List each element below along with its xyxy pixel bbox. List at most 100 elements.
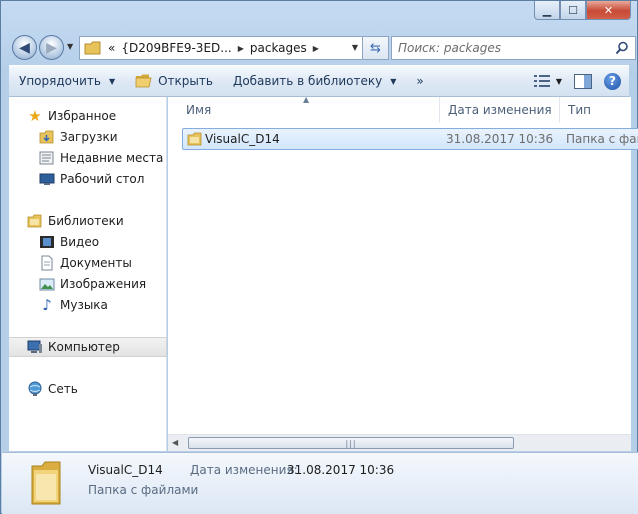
more-label: » — [416, 74, 424, 88]
sidebar-item-label: Музыка — [60, 298, 108, 312]
sidebar-item-label: Видео — [60, 235, 100, 249]
sidebar-item-label: Сеть — [48, 382, 78, 396]
address-bar[interactable]: « {D209BFE9-3ED... ▶ packages ▶ ▼ — [79, 36, 363, 60]
maximize-icon: ☐ — [568, 3, 578, 17]
sidebar-item-favorites[interactable]: ★ Избранное — [9, 106, 167, 126]
network-icon — [28, 381, 42, 396]
folder-icon — [187, 132, 202, 146]
scrollbar-thumb[interactable]: ||| — [188, 437, 514, 449]
explorer-window: ▁ ☐ ✕ ◀ ▶ ▼ « {D209BFE9-3ED... ▶ package… — [0, 0, 638, 514]
images-icon — [39, 278, 55, 291]
computer-icon — [27, 340, 42, 353]
recent-places-icon — [39, 151, 54, 165]
refresh-icon: ⇆ — [370, 40, 381, 56]
add-to-library-button[interactable]: Добавить в библиотеку ▼ — [223, 66, 406, 96]
column-header-date[interactable]: Дата изменения — [440, 97, 560, 123]
sidebar-item-label: Рабочий стол — [60, 172, 145, 186]
music-note-icon: ♪ — [42, 296, 52, 314]
column-label: Дата изменения — [448, 103, 552, 117]
preview-pane-icon[interactable] — [574, 73, 592, 89]
chevron-down-icon: ▼ — [555, 76, 562, 86]
minimize-icon: ▁ — [542, 3, 552, 17]
open-button[interactable]: Открыть — [125, 66, 223, 96]
add-library-label: Добавить в библиотеку — [232, 74, 383, 88]
selected-item-name: VisualC_D14 — [88, 463, 163, 477]
sidebar-item-label: Компьютер — [48, 340, 120, 354]
sidebar-item-label: Библиотеки — [48, 214, 124, 228]
column-label: Тип — [568, 103, 591, 117]
command-bar: Упорядочить ▼ Открыть Добавить в библиот… — [9, 65, 629, 97]
folder-open-icon — [135, 74, 152, 88]
sidebar-item-network[interactable]: Сеть — [9, 379, 167, 399]
star-icon: ★ — [28, 107, 42, 125]
grip-icon: ||| — [345, 438, 357, 448]
column-header-type[interactable]: Тип — [560, 97, 638, 123]
caption-buttons: ▁ ☐ ✕ — [534, 1, 631, 20]
sidebar-item-downloads[interactable]: Загрузки — [9, 127, 167, 147]
more-commands-button[interactable]: » — [406, 66, 433, 96]
open-label: Открыть — [158, 74, 213, 88]
sidebar-item-recent[interactable]: Недавние места — [9, 148, 167, 168]
organize-label: Упорядочить — [19, 74, 101, 88]
chevron-down-icon: ▼ — [390, 76, 397, 86]
sidebar-item-label: Документы — [60, 256, 132, 270]
sidebar-item-desktop[interactable]: Рабочий стол — [9, 169, 167, 189]
back-arrow-icon: ◀ — [19, 39, 30, 56]
forward-arrow-icon: ▶ — [46, 39, 57, 56]
sidebar-item-images[interactable]: Изображения — [9, 274, 167, 294]
organize-button[interactable]: Упорядочить ▼ — [9, 66, 125, 96]
toolbar-right: ▼ ? — [533, 66, 621, 96]
search-input[interactable] — [392, 41, 602, 55]
help-icon[interactable]: ? — [604, 72, 621, 90]
sidebar-item-computer[interactable]: Компьютер — [9, 337, 167, 357]
file-list-pane: ▲ Имя Дата изменения Тип VisualC_D14 31.… — [168, 95, 638, 451]
view-options-button[interactable]: ▼ — [533, 75, 562, 87]
folder-large-icon — [31, 461, 61, 505]
desktop-icon — [39, 173, 55, 185]
sidebar-item-label: Недавние места — [60, 151, 164, 165]
chevron-right-icon[interactable]: ▶ — [313, 44, 319, 53]
address-prefix[interactable]: « — [108, 41, 115, 55]
details-pane: VisualC_D14 Папка с файлами Дата изменен… — [2, 452, 638, 514]
navigation-bar: ◀ ▶ ▼ « {D209BFE9-3ED... ▶ packages ▶ ▼ … — [9, 33, 636, 61]
refresh-button[interactable]: ⇆ — [363, 36, 389, 60]
sidebar-item-libraries[interactable]: Библиотеки — [9, 211, 167, 231]
downloads-folder-icon — [39, 130, 54, 144]
file-date: 31.08.2017 10:36 — [446, 132, 554, 146]
sidebar-item-music[interactable]: ♪ Музыка — [9, 295, 167, 315]
address-segment-packages[interactable]: packages — [250, 41, 307, 55]
libraries-icon — [27, 214, 42, 228]
selected-item-type: Папка с файлами — [88, 483, 199, 497]
forward-button[interactable]: ▶ — [39, 35, 64, 60]
chevron-right-icon[interactable]: ▶ — [238, 44, 244, 53]
sidebar-item-label: Изображения — [60, 277, 147, 291]
column-label: Имя — [186, 103, 212, 117]
close-button[interactable]: ✕ — [586, 1, 631, 20]
folder-icon — [84, 41, 101, 55]
address-dropdown-icon[interactable]: ▼ — [352, 43, 358, 52]
sidebar-item-label: Загрузки — [60, 130, 118, 144]
history-dropdown-icon[interactable]: ▼ — [67, 42, 73, 51]
sidebar-item-video[interactable]: Видео — [9, 232, 167, 252]
sidebar-item-documents[interactable]: Документы — [9, 253, 167, 273]
scroll-left-icon[interactable]: ◀ — [172, 438, 178, 447]
date-modified-value: 31.08.2017 10:36 — [287, 463, 395, 477]
address-segment-root[interactable]: {D209BFE9-3ED... — [121, 41, 231, 55]
navigation-pane: ★ Избранное Загрузки Недавние места Рабо… — [9, 97, 167, 451]
back-button[interactable]: ◀ — [12, 35, 37, 60]
search-box — [391, 36, 636, 60]
chevron-down-icon: ▼ — [108, 76, 116, 86]
maximize-button[interactable]: ☐ — [560, 1, 586, 20]
close-icon: ✕ — [603, 3, 614, 17]
date-modified-label: Дата изменения: — [190, 463, 298, 477]
file-type: Папка с фай — [566, 132, 638, 146]
search-icon[interactable] — [615, 41, 629, 55]
view-list-icon — [533, 75, 550, 87]
documents-icon — [41, 255, 53, 271]
file-name: VisualC_D14 — [205, 132, 280, 146]
minimize-button[interactable]: ▁ — [534, 1, 560, 20]
table-row[interactable]: VisualC_D14 31.08.2017 10:36 Папка с фай — [182, 128, 638, 150]
video-icon — [40, 236, 54, 248]
column-header-name[interactable]: Имя — [178, 97, 440, 123]
horizontal-scrollbar[interactable]: ◀ ||| — [168, 434, 631, 451]
